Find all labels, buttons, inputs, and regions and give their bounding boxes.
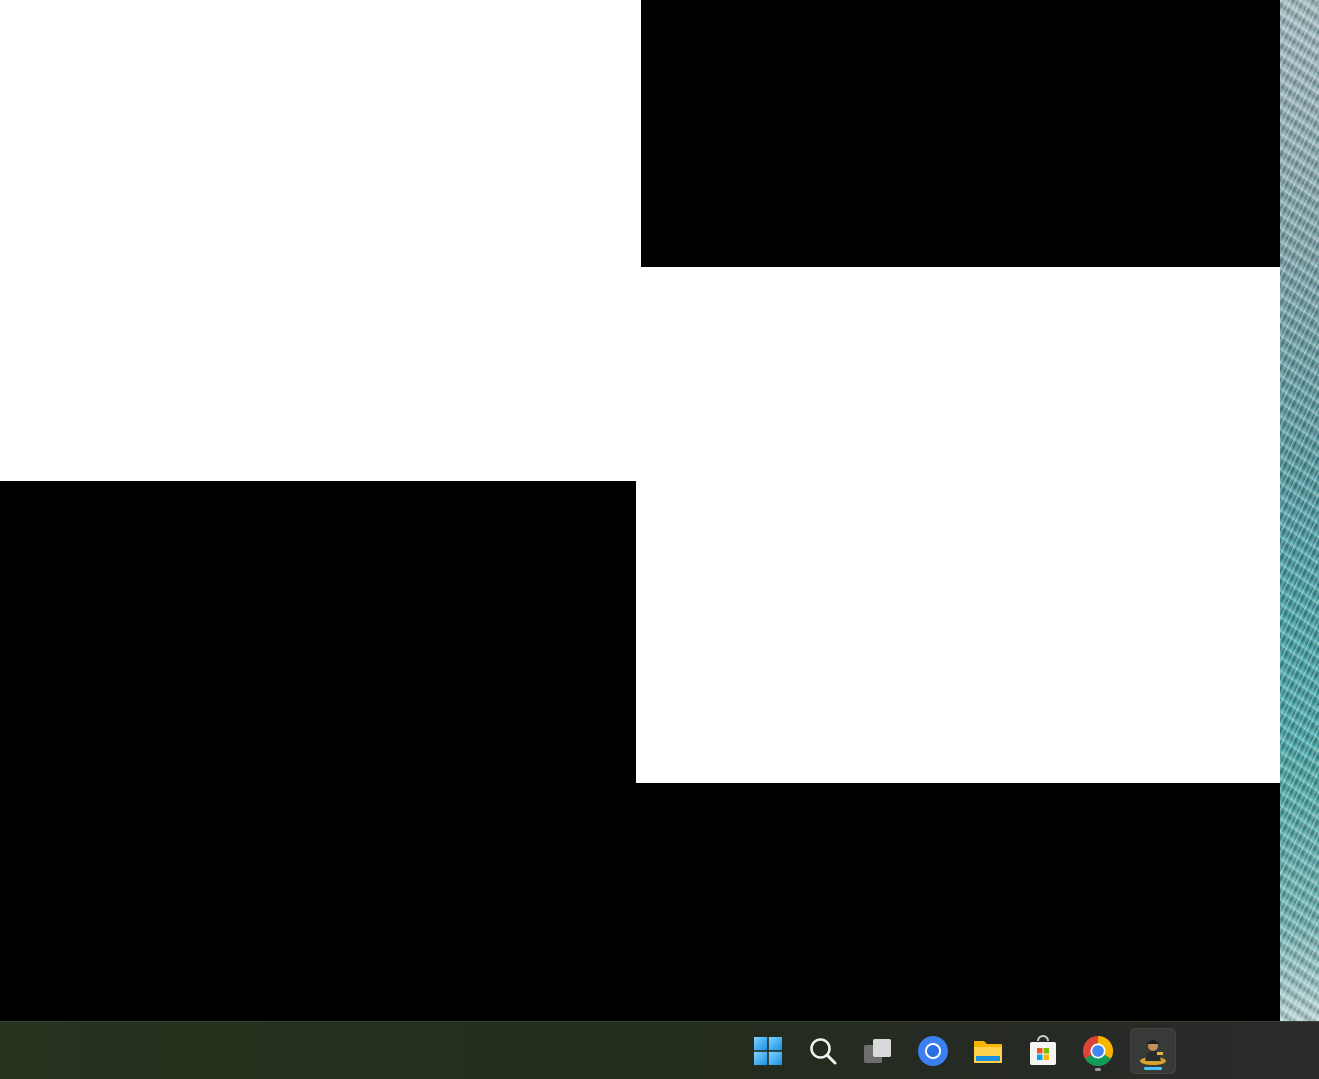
start-button[interactable] [745,1028,791,1074]
game-app-button[interactable] [1130,1028,1176,1074]
white-window-middle-right[interactable] [636,267,1280,783]
game-app-icon [1140,1040,1166,1065]
microsoft-store-icon [1030,1035,1056,1065]
microsoft-store-button[interactable] [1020,1028,1066,1074]
task-view-icon [864,1039,891,1063]
file-explorer-button[interactable] [965,1028,1011,1074]
chrome-button[interactable] [1075,1028,1121,1074]
chromium-icon [918,1036,948,1066]
task-view-button[interactable] [855,1028,901,1074]
windows-start-icon [754,1037,782,1065]
file-explorer-icon [974,1041,1002,1063]
chrome-icon [1082,1036,1114,1067]
desktop-screen [0,0,1319,1079]
active-indicator [1144,1067,1162,1070]
black-window-top-right[interactable] [641,0,1280,267]
taskbar [0,1021,1319,1079]
search-icon [810,1038,837,1065]
chromium-button[interactable] [910,1028,956,1074]
search-button[interactable] [800,1028,846,1074]
black-window-bottom[interactable] [0,481,636,1021]
black-window-bottom-right[interactable] [636,783,1280,1021]
white-window-top-left[interactable] [0,0,641,481]
ocean-wallpaper [1280,0,1319,1021]
running-indicator [1095,1068,1101,1071]
